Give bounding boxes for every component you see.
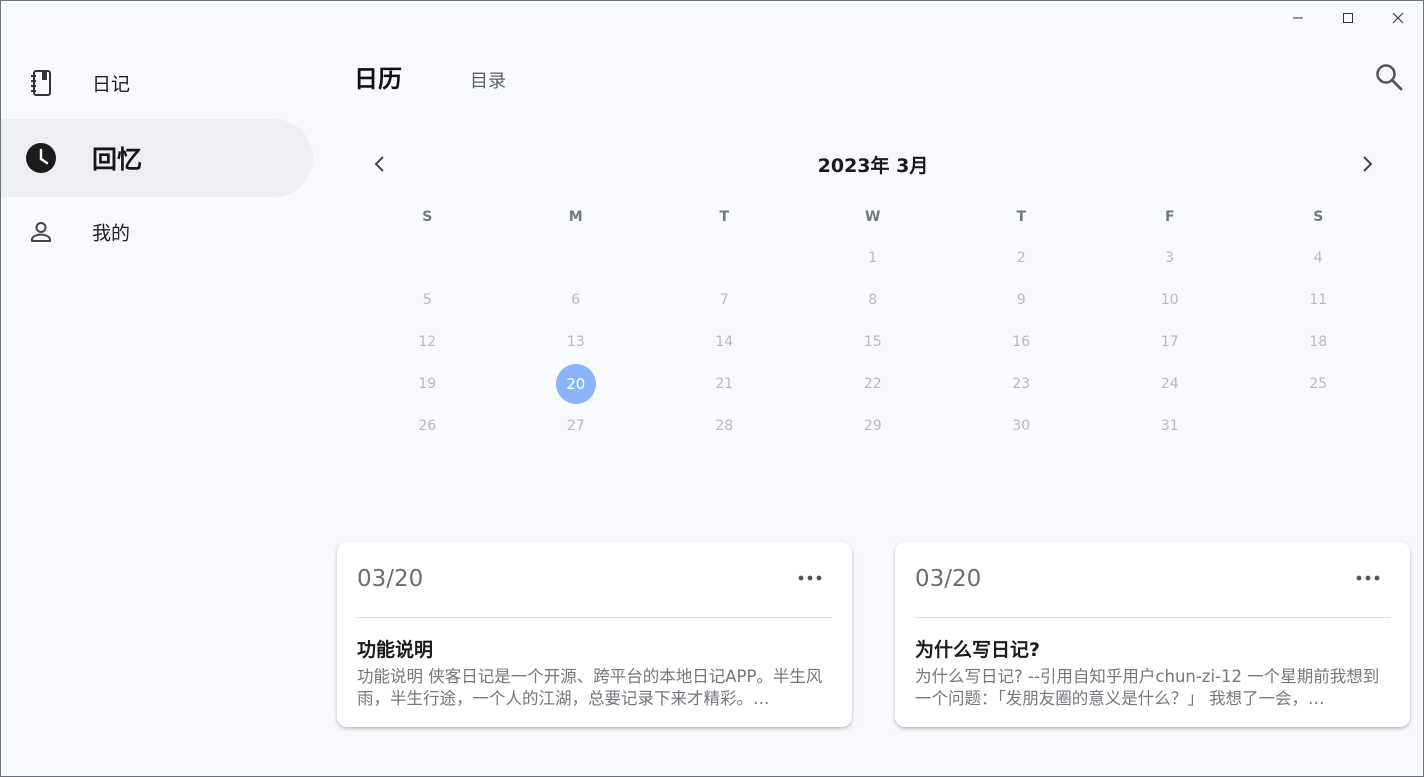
chevron-right-icon: [1363, 156, 1373, 172]
calendar-week-row: 1234: [353, 237, 1393, 279]
calendar-day[interactable]: 18: [1244, 321, 1393, 363]
weekday-label: T: [1016, 209, 1027, 225]
calendar-day[interactable]: 26: [353, 405, 502, 447]
calendar-day[interactable]: 10: [1096, 279, 1245, 321]
search-icon: [1376, 64, 1403, 91]
calendar-day[interactable]: 3: [1096, 237, 1245, 279]
card-divider: [915, 617, 1390, 618]
card-divider: [357, 617, 832, 618]
card-title: 为什么写日记?: [915, 639, 1041, 661]
calendar-day-selected[interactable]: 20: [502, 363, 651, 405]
calendar-day[interactable]: 5: [353, 279, 502, 321]
weekday-header: SMTWTFS: [353, 197, 1393, 237]
calendar-day[interactable]: 29: [799, 405, 948, 447]
calendar-day[interactable]: 7: [650, 279, 799, 321]
calendar-day[interactable]: 4: [1244, 237, 1393, 279]
calendar-day[interactable]: 12: [353, 321, 502, 363]
calendar-day[interactable]: 30: [947, 405, 1096, 447]
calendar-day[interactable]: 1: [799, 237, 948, 279]
weekday-label: S: [422, 209, 433, 225]
person-icon: [25, 216, 57, 248]
calendar-day[interactable]: 2: [947, 237, 1096, 279]
sidebar-item-profile[interactable]: 我的: [1, 194, 313, 270]
more-button[interactable]: [1352, 566, 1384, 590]
calendar-day[interactable]: 15: [799, 321, 948, 363]
calendar-empty-cell: [650, 237, 799, 279]
calendar-day[interactable]: 9: [947, 279, 1096, 321]
calendar-empty-cell: [1244, 405, 1393, 447]
calendar-day[interactable]: 24: [1096, 363, 1245, 405]
calendar-day[interactable]: 17: [1096, 321, 1245, 363]
weekday-label: M: [568, 209, 583, 225]
close-icon: [1392, 12, 1404, 24]
sidebar-item-label: 回忆: [92, 145, 143, 174]
calendar-day-number: 20: [555, 364, 596, 404]
window-controls: [1273, 1, 1423, 35]
calendar-day[interactable]: 19: [353, 363, 502, 405]
close-button[interactable]: [1373, 1, 1423, 35]
sidebar-item-label: 我的: [92, 222, 131, 245]
minimize-icon: [1293, 17, 1303, 19]
calendar-day[interactable]: 16: [947, 321, 1096, 363]
sidebar-item-diary[interactable]: 日记: [1, 45, 313, 121]
more-horizontal-icon: [798, 575, 822, 581]
calendar-week-row: 26 27 28 29 30 31: [353, 405, 1393, 447]
notebook-icon: [25, 67, 57, 99]
calendar-grid: SMTWTFS 1 2 3 4 5 6 7 8 9 10 11 12 13 14 15 16 17 18 19 20 2…: [353, 197, 1393, 447]
maximize-icon: [1343, 13, 1353, 23]
sidebar-item-label: 日记: [92, 73, 131, 96]
app-window: 日记 回忆 我的 日历 目录 2023年 3月 S M T W T F S 1 …: [0, 0, 1424, 777]
more-button[interactable]: [794, 566, 826, 590]
calendar-day[interactable]: 6: [502, 279, 651, 321]
card-date: 03/20: [357, 566, 424, 592]
calendar-day[interactable]: 14: [650, 321, 799, 363]
calendar-day[interactable]: 8: [799, 279, 948, 321]
card-date: 03/20: [915, 566, 982, 592]
weekday-label: S: [1313, 209, 1324, 225]
clock-icon: [25, 142, 57, 174]
calendar-day[interactable]: 21: [650, 363, 799, 405]
weekday-label: T: [719, 209, 730, 225]
sidebar-item-memories[interactable]: 回忆: [1, 119, 313, 197]
calendar-day[interactable]: 27: [502, 405, 651, 447]
tab-catalog[interactable]: 目录: [470, 67, 506, 93]
calendar-day[interactable]: 13: [502, 321, 651, 363]
calendar-week-row: 5 6 7 8 9 10 11: [353, 279, 1393, 321]
weekday-label: W: [865, 209, 881, 225]
sidebar-nav: 日记 回忆 我的: [1, 45, 313, 270]
next-month-button[interactable]: [1352, 149, 1382, 179]
more-horizontal-icon: [1356, 575, 1380, 581]
maximize-button[interactable]: [1323, 1, 1373, 35]
diary-card[interactable]: 03/20 功能说明 功能说明 侠客日记是一个开源、跨平台的本地日记APP。半生…: [337, 542, 852, 727]
calendar-week-row: 12 13 14 15 16 17 18: [353, 321, 1393, 363]
prev-month-button[interactable]: [365, 149, 395, 179]
search-button[interactable]: [1373, 61, 1409, 97]
card-title: 功能说明: [357, 639, 434, 661]
calendar-empty-cell: [502, 237, 651, 279]
calendar-day[interactable]: 23: [947, 363, 1096, 405]
calendar-day[interactable]: 31: [1096, 405, 1245, 447]
calendar-day[interactable]: 22: [799, 363, 948, 405]
chevron-left-icon: [374, 156, 384, 172]
card-excerpt: 功能说明 侠客日记是一个开源、跨平台的本地日记APP。半生风雨，半生行途，一个人…: [357, 667, 823, 708]
diary-card[interactable]: 03/20 为什么写日记? 为什么写日记? --引用自知乎用户chun-zi-1…: [895, 542, 1410, 727]
weekday-label: F: [1164, 209, 1175, 225]
calendar-day[interactable]: 11: [1244, 279, 1393, 321]
calendar-day[interactable]: 28: [650, 405, 799, 447]
tab-calendar[interactable]: 日历: [354, 59, 402, 94]
calendar-empty-cell: [353, 237, 502, 279]
minimize-button[interactable]: [1273, 1, 1323, 35]
card-excerpt: 为什么写日记? --引用自知乎用户chun-zi-12 一个星期前我想到一个问题…: [915, 667, 1380, 708]
calendar-day[interactable]: 25: [1244, 363, 1393, 405]
view-tabs: 日历 目录: [354, 59, 506, 94]
calendar-month-title: 2023年 3月: [817, 155, 929, 177]
calendar-week-row: 19 20 21 22 23 24 25: [353, 363, 1393, 405]
